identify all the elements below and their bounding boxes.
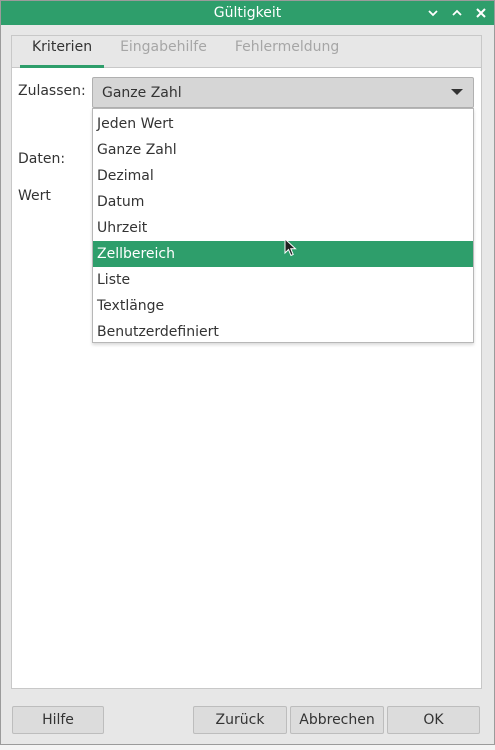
help-button[interactable]: Hilfe: [12, 706, 104, 734]
tab-fehlermeldung[interactable]: Fehlermeldung: [221, 35, 353, 67]
option-uhrzeit[interactable]: Uhrzeit: [93, 215, 473, 241]
close-icon[interactable]: [474, 6, 488, 20]
back-button[interactable]: Zurück: [193, 706, 287, 734]
option-zellbereich[interactable]: Zellbereich: [93, 241, 473, 267]
option-jeden-wert[interactable]: Jeden Wert: [93, 111, 473, 137]
window-title: Gültigkeit: [213, 5, 282, 21]
option-textlaenge[interactable]: Textlänge: [93, 293, 473, 319]
data-label: Daten:: [18, 151, 66, 167]
allow-label: Zulassen:: [18, 83, 86, 99]
option-liste[interactable]: Liste: [93, 267, 473, 293]
option-dezimal[interactable]: Dezimal: [93, 163, 473, 189]
option-ganze-zahl[interactable]: Ganze Zahl: [93, 137, 473, 163]
option-benutzerdefiniert[interactable]: Benutzerdefiniert: [93, 319, 473, 345]
allow-combobox[interactable]: Ganze Zahl: [92, 77, 474, 108]
tab-kriterien[interactable]: Kriterien: [18, 35, 106, 68]
chevron-up-icon[interactable]: [450, 6, 464, 20]
ok-button[interactable]: OK: [387, 706, 480, 734]
window-controls: [426, 1, 488, 25]
chevron-down-icon[interactable]: [426, 6, 440, 20]
dropdown-arrow-icon: [451, 89, 463, 95]
titlebar[interactable]: Gültigkeit: [1, 1, 494, 25]
cancel-button[interactable]: Abbrechen: [290, 706, 384, 734]
mouse-cursor-icon: [284, 238, 297, 257]
validity-dialog: Gültigkeit Kriterien Eingabehilfe Fehler…: [0, 0, 495, 745]
option-datum[interactable]: Datum: [93, 189, 473, 215]
allow-dropdown-list: Jeden Wert Ganze Zahl Dezimal Datum Uhrz…: [92, 108, 474, 343]
dialog-content: Kriterien Eingabehilfe Fehlermeldung Zul…: [11, 35, 482, 689]
tab-bar: Kriterien Eingabehilfe Fehlermeldung: [12, 36, 481, 68]
value-label: Wert: [18, 188, 51, 204]
allow-combobox-value: Ganze Zahl: [102, 84, 182, 101]
tab-eingabehilfe[interactable]: Eingabehilfe: [106, 35, 221, 67]
